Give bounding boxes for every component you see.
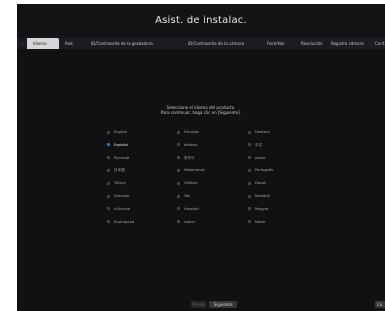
- tab-language[interactable]: Idioma: [27, 38, 59, 49]
- radio-button-icon[interactable]: [177, 143, 180, 147]
- radio-button-icon[interactable]: [248, 220, 251, 224]
- language-option[interactable]: Español: [107, 142, 128, 148]
- language-label: Français: [184, 130, 199, 134]
- radio-button-icon[interactable]: [248, 181, 251, 185]
- language-label: Čeština: [184, 181, 198, 186]
- language-label: 日本語: [114, 168, 125, 173]
- radio-button-icon[interactable]: [107, 168, 110, 172]
- language-option[interactable]: Hrvatski: [177, 206, 199, 212]
- language-option[interactable]: ελληνικά: [107, 206, 130, 212]
- language-option[interactable]: Deutsch: [248, 129, 270, 135]
- language-label: Italiano: [184, 142, 198, 147]
- language-label: polski: [255, 155, 266, 160]
- tab-resolution[interactable]: Resolución: [295, 38, 325, 49]
- tab-recorder-credentials[interactable]: ID/Contraseña de la grabadora: [85, 38, 182, 49]
- radio-button-icon[interactable]: [248, 207, 251, 211]
- radio-button-icon[interactable]: [107, 220, 110, 224]
- language-label: Ýas: [184, 194, 190, 198]
- language-label: Norsk: [255, 219, 266, 224]
- setup-wizard-window: Asist. de instalac. ‹ Idioma Red ID/Cont…: [17, 4, 385, 311]
- language-label: Hrvatski: [184, 206, 199, 211]
- radio-button-icon[interactable]: [177, 194, 180, 198]
- radio-button-icon[interactable]: [177, 207, 180, 211]
- next-button[interactable]: Siguiente: [209, 301, 237, 308]
- radio-button-icon[interactable]: [107, 143, 110, 147]
- language-option[interactable]: Italiano: [177, 142, 197, 148]
- language-option[interactable]: English: [107, 129, 127, 135]
- radio-button-icon[interactable]: [248, 168, 251, 172]
- language-option[interactable]: Ýas: [177, 193, 190, 199]
- language-option[interactable]: Dansk: [248, 180, 266, 186]
- radio-button-icon[interactable]: [177, 168, 180, 172]
- language-label: Magyar: [255, 206, 269, 211]
- language-label: Dansk: [255, 181, 267, 186]
- tab-camera-settings[interactable]: Conf. ca: [369, 38, 385, 49]
- radio-button-icon[interactable]: [107, 181, 110, 185]
- language-option[interactable]: Norsk: [248, 219, 265, 225]
- language-label: English: [114, 130, 127, 134]
- instruction-line-2: Para continuar, haga clic en [Siguiente]…: [160, 110, 242, 115]
- tab-date-time[interactable]: Fech/Hor: [261, 38, 295, 49]
- language-option[interactable]: 中文: [248, 142, 262, 148]
- radio-button-icon[interactable]: [248, 130, 251, 134]
- language-option[interactable]: Magyar: [248, 206, 268, 212]
- radio-button-icon[interactable]: [248, 143, 251, 147]
- cancel-button[interactable]: Ca: [375, 301, 385, 308]
- language-option[interactable]: polski: [248, 155, 265, 161]
- tab-network[interactable]: Red: [59, 38, 85, 49]
- language-label: ελληνικά: [114, 206, 131, 211]
- language-label: Español: [114, 142, 129, 147]
- language-label: Русский: [114, 155, 130, 160]
- radio-button-icon[interactable]: [107, 156, 110, 160]
- language-option[interactable]: Nederlands: [177, 167, 205, 173]
- language-option[interactable]: Română: [248, 193, 270, 199]
- previous-button[interactable]: Previo: [191, 301, 206, 308]
- language-option[interactable]: Čeština: [177, 180, 197, 186]
- radio-button-icon[interactable]: [177, 220, 180, 224]
- language-label: 中文: [255, 142, 263, 147]
- radio-button-icon[interactable]: [107, 207, 110, 211]
- instruction-text: Seleccione el idioma del producto. Para …: [17, 105, 385, 115]
- radio-button-icon[interactable]: [248, 156, 251, 160]
- language-label: 한국어: [184, 155, 194, 160]
- wizard-tabs: ‹ Idioma Red ID/Contraseña de la grabado…: [17, 38, 385, 49]
- language-option[interactable]: Português: [248, 167, 273, 173]
- language-option[interactable]: Svenska: [107, 193, 129, 199]
- radio-button-icon[interactable]: [107, 130, 110, 134]
- language-label: Svenska: [114, 194, 129, 198]
- tabs-scroll-left-icon[interactable]: ‹: [17, 38, 27, 49]
- radio-button-icon[interactable]: [107, 194, 110, 198]
- language-option[interactable]: Türkçe: [107, 180, 126, 186]
- language-label: Română: [255, 194, 270, 198]
- language-option[interactable]: Български: [107, 219, 134, 225]
- language-label: Български: [114, 219, 135, 224]
- tab-camera-registration[interactable]: Registro cámara: [325, 38, 369, 49]
- radio-button-icon[interactable]: [177, 156, 180, 160]
- radio-button-icon[interactable]: [177, 130, 180, 134]
- language-label: Português: [255, 168, 274, 173]
- language-option[interactable]: Français: [177, 129, 199, 135]
- language-option[interactable]: 日本語: [107, 167, 125, 173]
- language-option[interactable]: Русский: [107, 155, 129, 161]
- language-label: Türkçe: [114, 181, 126, 186]
- language-option[interactable]: suomi: [177, 219, 195, 225]
- window-title: Asist. de instalac.: [17, 4, 385, 38]
- tab-camera-credentials[interactable]: ID/Contraseña de la cámara: [182, 38, 261, 49]
- radio-button-icon[interactable]: [177, 181, 180, 185]
- radio-button-icon[interactable]: [248, 194, 251, 198]
- language-label: suomi: [184, 219, 195, 224]
- language-label: Deutsch: [255, 130, 270, 134]
- language-option[interactable]: 한국어: [177, 155, 194, 161]
- language-label: Nederlands: [184, 168, 205, 173]
